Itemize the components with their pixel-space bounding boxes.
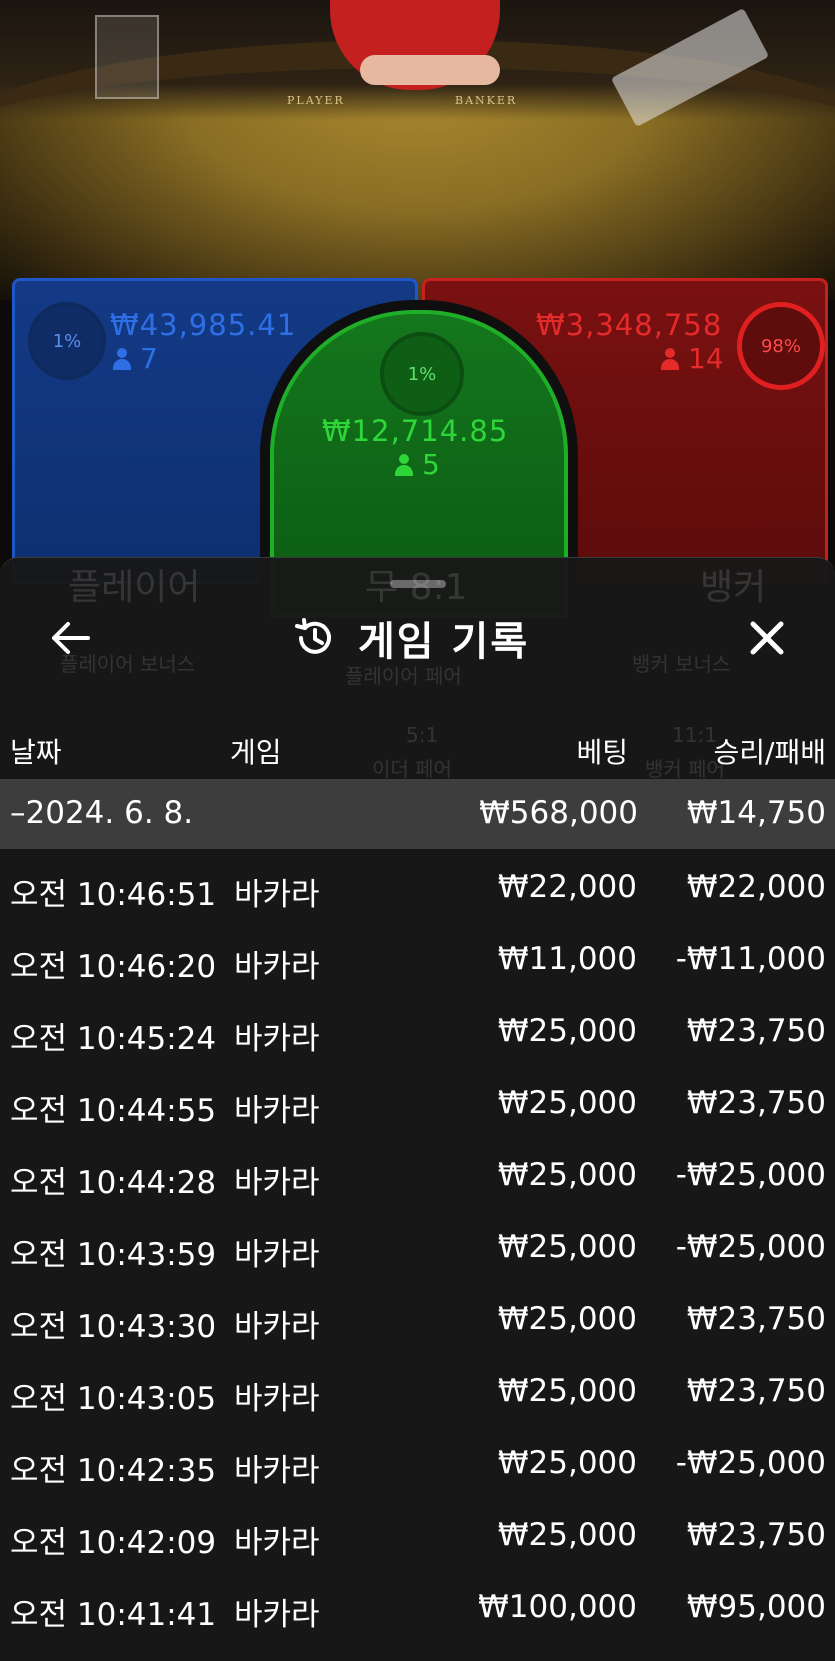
date-group-row[interactable]: –2024. 6. 8. ₩568,000 ₩14,750 [0, 779, 835, 849]
row-result: ₩23,750 [686, 1301, 826, 1337]
person-icon [660, 347, 680, 370]
sheet-title: 게임 기록 [358, 619, 530, 665]
row-time: 오전 10:46:20 [10, 949, 217, 985]
row-bet: ₩25,000 [497, 1013, 637, 1049]
person-icon [112, 347, 132, 370]
history-row[interactable]: 오전 10:45:24 바카라 ₩25,000 ₩23,750 [0, 995, 835, 1067]
tie-percent-ring: 1% [380, 332, 464, 416]
row-time: 오전 10:43:30 [10, 1309, 217, 1345]
row-result: -₩25,000 [675, 1445, 826, 1481]
row-game: 바카라 [234, 1093, 320, 1129]
row-game: 바카라 [234, 1237, 320, 1273]
row-bet: ₩25,000 [497, 1229, 637, 1265]
table-banker-word: BANKER [455, 94, 518, 107]
row-time: 오전 10:44:28 [10, 1165, 217, 1201]
row-result: ₩95,000 [686, 1589, 826, 1625]
row-game: 바카라 [234, 1021, 320, 1057]
history-row[interactable]: 오전 10:46:51 바카라 ₩22,000 ₩22,000 [0, 851, 835, 923]
banker-bet-amount: ₩3,348,758 [536, 308, 723, 342]
row-game: 바카라 [234, 877, 320, 913]
row-game: 바카라 [234, 1309, 320, 1345]
row-game: 바카라 [234, 1453, 320, 1489]
row-game: 바카라 [234, 1597, 320, 1633]
tie-percent: 1% [407, 363, 437, 385]
dealer-arms [360, 55, 500, 85]
history-row[interactable]: 오전 10:41:41 바카라 ₩100,000 ₩95,000 [0, 1571, 835, 1647]
history-icon [295, 618, 331, 654]
column-header-date[interactable]: 날짜 [10, 731, 62, 771]
row-bet: ₩25,000 [497, 1517, 637, 1553]
row-bet: ₩25,000 [497, 1445, 637, 1481]
column-header-bet[interactable]: 베팅 [576, 731, 628, 771]
tie-bet-amount: ₩12,714.85 [322, 414, 509, 448]
row-result: -₩25,000 [675, 1229, 826, 1265]
row-time: 오전 10:41:41 [10, 1597, 217, 1633]
history-row[interactable]: 오전 10:44:28 바카라 ₩25,000 -₩25,000 [0, 1139, 835, 1211]
person-icon [394, 453, 414, 476]
row-result: ₩22,000 [686, 869, 826, 905]
player-bettor-count: 7 [112, 342, 158, 375]
game-history-sheet: 플레이어 무 8:1 뱅커 플레이어 보너스 플레이어 페어 뱅커 보너스 5:… [0, 557, 835, 1661]
history-table-header: 날짜 게임 베팅 승리/패배 [0, 711, 835, 781]
group-date: –2024. 6. 8. [10, 795, 194, 831]
row-bet: ₩11,000 [497, 941, 637, 977]
history-row[interactable]: 오전 10:43:05 바카라 ₩25,000 ₩23,750 [0, 1355, 835, 1427]
row-game: 바카라 [234, 1165, 320, 1201]
sheet-title-group: 게임 기록 [292, 598, 529, 678]
row-result: ₩23,750 [686, 1013, 826, 1049]
history-row[interactable]: 오전 10:46:20 바카라 ₩11,000 -₩11,000 [0, 923, 835, 995]
tie-count: 5 [422, 448, 440, 481]
live-table-video: PLAYER BANKER [0, 0, 835, 300]
column-header-result[interactable]: 승리/패배 [714, 731, 826, 771]
row-bet: ₩22,000 [497, 869, 637, 905]
history-row[interactable]: 오전 10:43:59 바카라 ₩25,000 -₩25,000 [0, 1211, 835, 1283]
close-icon [750, 621, 784, 655]
table-player-word: PLAYER [287, 94, 345, 107]
back-button[interactable] [40, 598, 100, 678]
group-bet-total: ₩568,000 [479, 795, 638, 831]
row-time: 오전 10:42:09 [10, 1525, 217, 1561]
tie-bettor-count: 5 [394, 448, 440, 481]
player-percent-ring: 1% [28, 302, 106, 380]
row-result: ₩23,750 [686, 1517, 826, 1553]
row-game: 바카라 [234, 1381, 320, 1417]
history-row[interactable]: 오전 10:42:09 바카라 ₩25,000 ₩23,750 [0, 1499, 835, 1571]
row-game: 바카라 [234, 1525, 320, 1561]
row-bet: ₩100,000 [478, 1589, 637, 1625]
sheet-header: 게임 기록 [0, 598, 835, 678]
row-time: 오전 10:42:35 [10, 1453, 217, 1489]
row-bet: ₩25,000 [497, 1301, 637, 1337]
row-bet: ₩25,000 [497, 1085, 637, 1121]
card-tray [95, 15, 159, 99]
row-result: ₩23,750 [686, 1085, 826, 1121]
close-button[interactable] [737, 598, 797, 678]
row-result: ₩23,750 [686, 1373, 826, 1409]
row-time: 오전 10:43:59 [10, 1237, 217, 1273]
banker-count: 14 [688, 342, 724, 375]
row-game: 바카라 [234, 949, 320, 985]
column-header-game[interactable]: 게임 [230, 731, 282, 771]
history-row[interactable]: 오전 10:43:30 바카라 ₩25,000 ₩23,750 [0, 1283, 835, 1355]
row-time: 오전 10:46:51 [10, 877, 217, 913]
row-bet: ₩25,000 [497, 1157, 637, 1193]
player-percent: 1% [52, 330, 82, 352]
group-result-total: ₩14,750 [686, 795, 826, 831]
history-row[interactable]: 오전 10:42:35 바카라 ₩25,000 -₩25,000 [0, 1427, 835, 1499]
player-bet-amount: ₩43,985.41 [110, 308, 297, 342]
banker-bettor-count: 14 [660, 342, 724, 375]
arrow-left-icon [52, 622, 90, 654]
row-time: 오전 10:45:24 [10, 1021, 217, 1057]
history-row[interactable]: 오전 10:44:55 바카라 ₩25,000 ₩23,750 [0, 1067, 835, 1139]
player-count: 7 [140, 342, 158, 375]
row-time: 오전 10:43:05 [10, 1381, 217, 1417]
history-rows: 오전 10:46:51 바카라 ₩22,000 ₩22,000 오전 10:46… [0, 851, 835, 1647]
banker-percent-ring: 98% [737, 302, 825, 390]
row-bet: ₩25,000 [497, 1373, 637, 1409]
row-result: -₩25,000 [675, 1157, 826, 1193]
row-time: 오전 10:44:55 [10, 1093, 217, 1129]
row-result: -₩11,000 [675, 941, 826, 977]
banker-percent: 98% [760, 335, 801, 357]
